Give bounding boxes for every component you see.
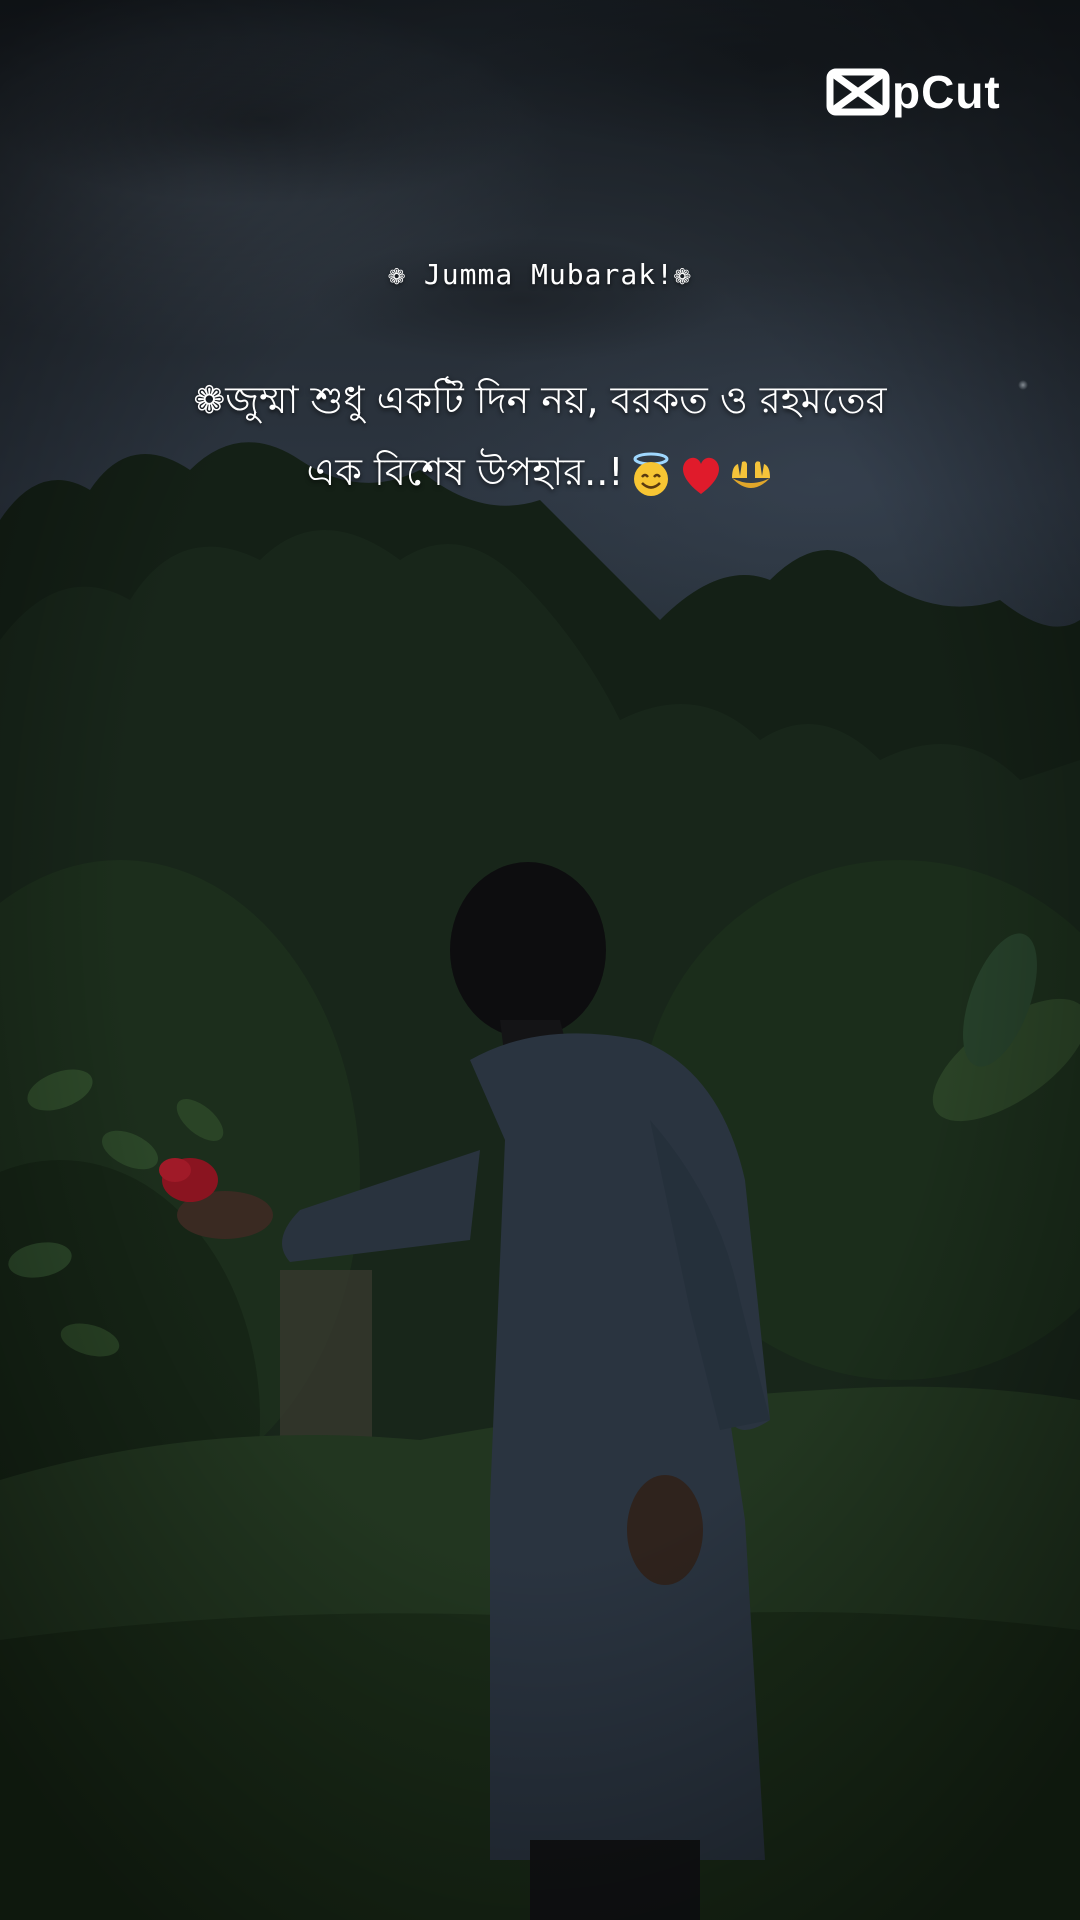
video-frame: pCut ❁ Jumma Mubarak!❁ ❁জুম্মা শুধু একটি… bbox=[0, 0, 1080, 1920]
smiling-face-with-halo-icon bbox=[633, 452, 669, 496]
quote-line-1: ❁জুম্মা শুধু একটি দিন নয়, বরকত ও রহমতের bbox=[193, 378, 887, 422]
quote-line-2-wrapper: এক বিশেষ উপহার..! bbox=[100, 436, 980, 508]
head bbox=[450, 862, 606, 1038]
kurta bbox=[470, 1033, 770, 1860]
legs bbox=[530, 1840, 700, 1920]
capcut-logo-text: pCut bbox=[892, 66, 1001, 118]
palms-up-together-icon bbox=[731, 460, 770, 488]
bengali-quote: ❁জুম্মা শুধু একটি দিন নয়, বরকত ও রহমতের… bbox=[100, 364, 980, 508]
capcut-watermark: pCut bbox=[826, 60, 1001, 124]
hand-lower bbox=[627, 1475, 703, 1585]
capcut-logo-icon bbox=[826, 68, 890, 116]
red-heart-icon bbox=[682, 457, 719, 494]
quote-line-2: এক বিশেষ উপহার..! bbox=[306, 450, 624, 494]
jumma-mubarak-heading: ❁ Jumma Mubarak!❁ bbox=[388, 258, 692, 291]
red-hibiscus-flower-petal bbox=[159, 1158, 191, 1182]
